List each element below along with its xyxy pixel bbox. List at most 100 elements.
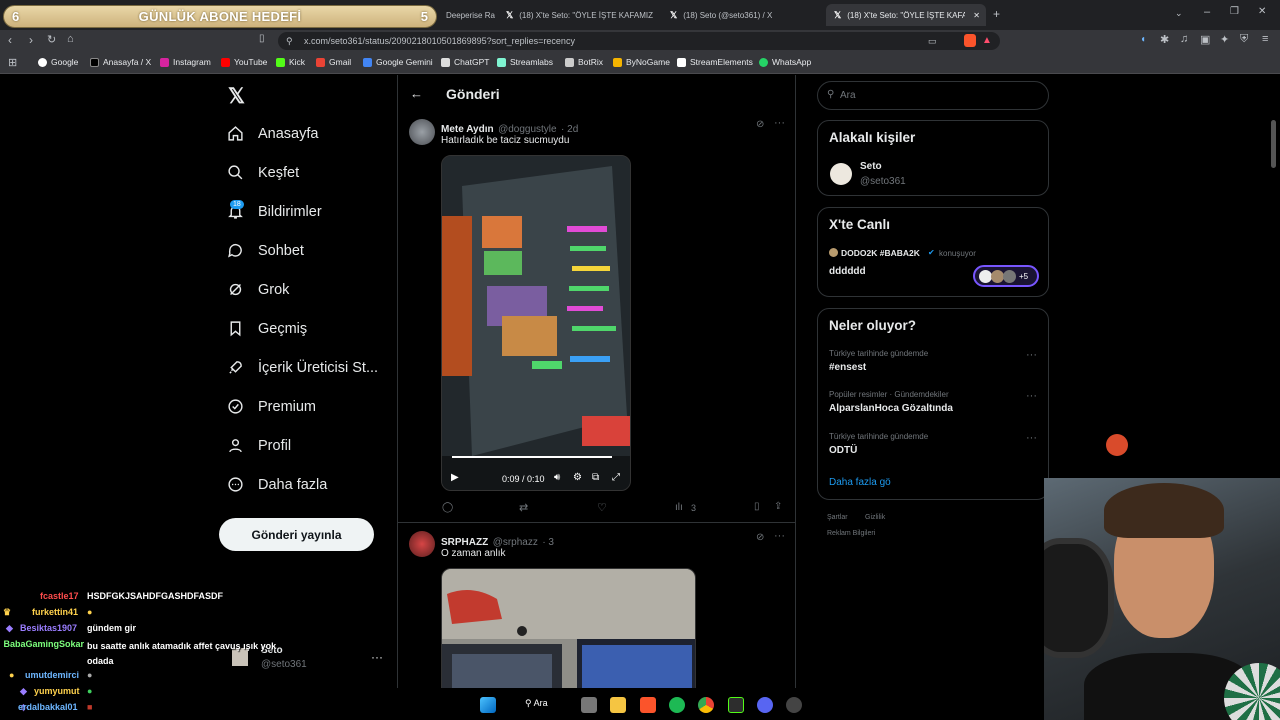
nav-more[interactable]: Daha fazla [227,476,327,493]
url-input[interactable]: ⚲ x.com/seto361/status/20902180105018698… [278,32,1000,50]
scrollbar-thumb[interactable] [1271,120,1276,168]
volume-icon[interactable]: 🔊︎ [554,472,560,483]
author-handle[interactable]: @srphazz [493,537,538,548]
bookmark-instagram[interactable]: Instagram [160,57,211,67]
file-explorer-icon[interactable] [610,697,626,713]
listeners-pill[interactable]: +5 [973,265,1039,287]
minimize-icon[interactable]: – [1204,6,1210,18]
bookmark-chatgpt[interactable]: ChatGPT [441,57,489,67]
apps-icon[interactable]: ⊞ [8,56,17,69]
forward-icon[interactable]: › [29,33,33,47]
bookmark-streamelements[interactable]: StreamElements [677,57,753,67]
trend-name[interactable]: ODTÜ [829,445,857,456]
video-player[interactable]: ▶ 0:09 / 0:10 🔊︎ ⚙ ⧉ ⤢ [441,155,631,491]
nav-grok[interactable]: Grok [227,281,289,298]
more-icon[interactable]: ··· [1026,432,1037,444]
tab-deeperise[interactable]: Deeperise Ra [438,4,498,26]
media-icon[interactable]: ♫ [1180,33,1188,45]
spotify-icon[interactable] [669,697,685,713]
close-window-icon[interactable]: ✕ [1258,6,1266,17]
maximize-icon[interactable]: ❐ [1230,6,1239,17]
play-icon[interactable]: ▶ [451,472,459,483]
bookmark-botrix[interactable]: BotRix [565,57,603,67]
sidebar-icon[interactable]: ▣ [1200,33,1210,46]
reply-tweet[interactable]: Mete Aydın @doggustyle · 2d ⊘ ··· Hatırl… [398,113,795,523]
brave-shield-icon[interactable] [964,34,976,47]
bookmark-x[interactable]: Anasayfa / X [90,57,151,67]
ai-icon[interactable]: ✦ [1220,33,1229,46]
bookmark-youtube[interactable]: YouTube [221,57,267,67]
obs-icon[interactable] [786,697,802,713]
author-name[interactable]: Mete Aydın [441,124,494,135]
privacy-link[interactable]: Gizlilik [865,514,885,521]
vpn-icon[interactable]: ⛨ [1240,33,1248,46]
tab-seto-status-1[interactable]: 𝕏 (18) X'te Seto: "ÖYLE İŞTE KAFAMIZ [498,4,658,26]
author-name[interactable]: SRPHAZZ [441,537,488,548]
close-tab-icon[interactable]: ✕ [973,11,980,20]
avatar[interactable] [409,531,435,557]
more-icon[interactable]: ··· [774,117,785,129]
nav-profile[interactable]: Profil [227,437,291,454]
nav-explore[interactable]: Keşfet [227,164,299,181]
audio-icon[interactable]: ◖ [1140,34,1146,45]
menu-icon[interactable]: ≡ [1262,33,1268,45]
bookmark-icon[interactable]: ▯ [754,501,760,512]
bookmark-streamlabs[interactable]: Streamlabs [497,57,553,67]
author-handle[interactable]: @doggustyle [498,124,557,135]
more-icon[interactable]: ··· [1026,390,1037,402]
grok-icon[interactable]: ⊘ [756,119,764,130]
settings-icon[interactable]: ⚙ [573,472,582,483]
nav-history[interactable]: Geçmiş [227,320,307,337]
task-view-icon[interactable] [581,697,597,713]
discord-icon[interactable] [757,697,773,713]
back-arrow-icon[interactable]: ← [410,86,423,101]
pip-icon[interactable]: ⧉ [592,472,599,483]
nav-home[interactable]: Anasayfa [227,125,318,142]
site-info-icon[interactable]: ⚲ [286,32,293,50]
host-name[interactable]: DODO2K #BABA2K [841,248,920,258]
more-icon[interactable]: ··· [774,530,785,542]
x-logo-icon[interactable]: 𝕏 [228,84,245,109]
trend-name[interactable]: AlparslanHoca Gözaltında [829,403,953,414]
chevron-down-icon[interactable]: ⌄ [1175,8,1183,19]
show-more-link[interactable]: Daha fazla gö [829,477,891,488]
chrome-icon[interactable] [698,697,714,713]
nav-premium[interactable]: Premium [227,398,316,415]
nav-chat[interactable]: Sohbet [227,242,304,259]
grok-icon[interactable]: ⊘ [756,532,764,543]
back-icon[interactable]: ‹ [8,33,12,47]
taskbar-search[interactable]: ⚲ Ara [525,698,548,709]
avatar[interactable] [830,163,852,185]
bookmark-gemini[interactable]: Google Gemini [363,57,433,67]
terms-link[interactable]: Şartlar [827,514,848,521]
ads-link[interactable]: Reklam Bilgileri [827,530,875,537]
cast-icon[interactable]: ▭ [928,32,937,50]
post-button[interactable]: Gönderi yayınla [219,518,374,551]
views-icon[interactable]: ılı [675,502,683,513]
tab-seto-status-active[interactable]: 𝕏 (18) X'te Seto: "ÖYLE İŞTE KAFAM ✕ [826,4,986,26]
more-icon[interactable]: ··· [1026,349,1037,361]
fullscreen-icon[interactable]: ⤢ [612,472,620,483]
bookmark-bynogame[interactable]: ByNoGame [613,57,670,67]
tweet-image[interactable] [441,568,696,688]
windows-start-icon[interactable] [480,697,496,713]
brave-icon[interactable] [640,697,656,713]
extensions-icon[interactable]: ✱ [1160,33,1169,46]
trend-name[interactable]: #ensest [829,362,866,373]
account-more-icon[interactable]: ··· [371,650,383,664]
search-input[interactable]: ⚲ Ara [817,81,1049,110]
stream-app-icon[interactable] [728,697,744,713]
person-name[interactable]: Seto [860,161,882,172]
tab-seto-profile[interactable]: 𝕏 (18) Seto (@seto361) / X [662,4,822,26]
share-icon[interactable]: ⇪ [774,501,782,512]
nav-creator-studio[interactable]: İçerik Üreticisi St... [227,359,378,376]
bookmark-icon[interactable]: ▯ [259,33,265,44]
bookmark-gmail[interactable]: Gmail [316,57,351,67]
reload-icon[interactable]: ↻ [47,33,56,46]
like-icon[interactable]: ♡ [597,501,607,514]
bookmark-kick[interactable]: Kick [276,57,305,67]
reply-tweet[interactable]: SRPHAZZ @srphazz · 3 ⊘ ··· O zaman anlık [398,525,795,688]
new-tab-icon[interactable]: + [993,7,1000,21]
brave-rewards-icon[interactable]: ▲ [982,32,992,50]
room-title[interactable]: dddddd [829,266,866,277]
